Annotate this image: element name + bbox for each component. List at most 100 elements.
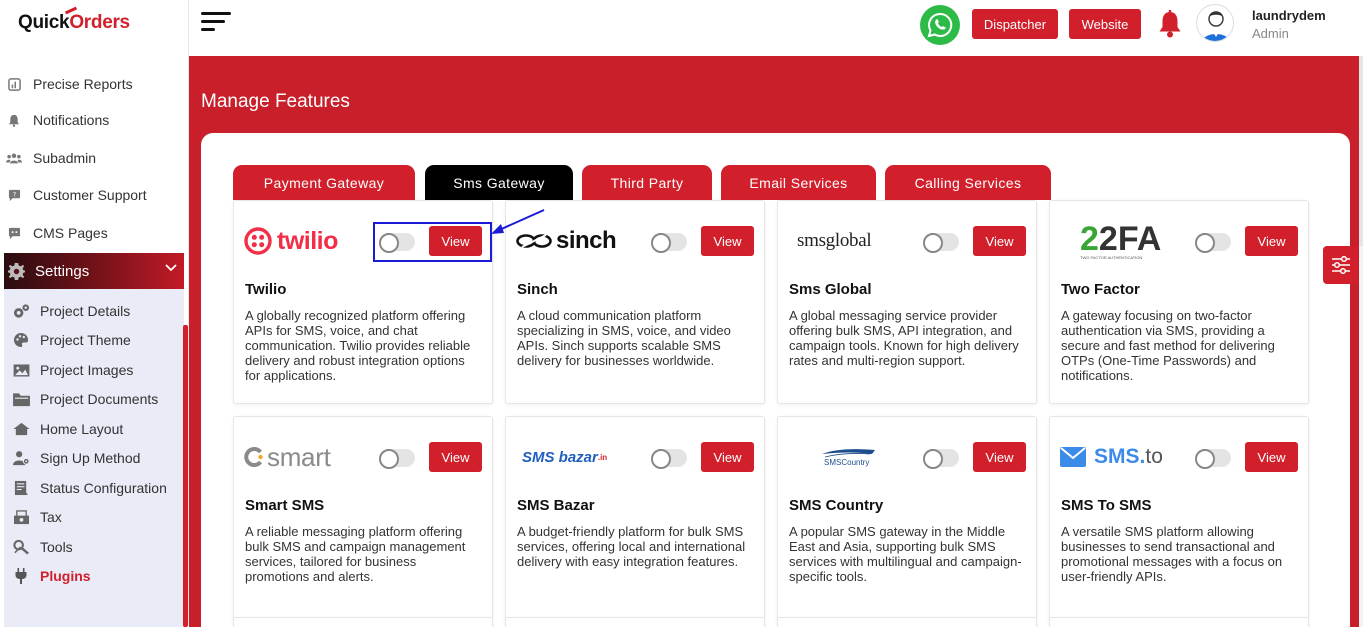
card-title: Twilio [245, 281, 287, 298]
card-description: A reliable messaging platform offering b… [245, 524, 466, 584]
tab-payment-gateway[interactable]: Payment Gateway [233, 165, 415, 200]
card-description: A global messaging service provider offe… [789, 308, 1019, 368]
sidebar-item-cms-pages[interactable]: CMS Pages [0, 218, 184, 248]
page-scrollbar[interactable] [1359, 56, 1363, 246]
document-icon [12, 479, 30, 497]
dispatcher-button[interactable]: Dispatcher [972, 9, 1058, 39]
view-button[interactable]: View [701, 442, 754, 472]
tab-third-party[interactable]: Third Party [582, 165, 712, 200]
card-description: A budget-friendly platform for bulk SMS … [517, 524, 746, 569]
logo-wordmark-rest: 2FA [1098, 219, 1162, 258]
submenu-item-tax[interactable]: Tax [4, 504, 184, 530]
feature-card-sms-bazar: SMS bazar .in View SMS Bazar A budget-fri… [505, 416, 765, 620]
card-title: SMS Country [789, 497, 884, 514]
sliders-icon[interactable] [1323, 246, 1359, 284]
sidebar-item-subadmin[interactable]: Subadmin [0, 143, 184, 173]
sidebar-item-label: Customer Support [33, 187, 147, 203]
chart-icon [6, 76, 22, 92]
logo-wordmark: 22FA [1080, 219, 1162, 258]
tab-sms-gateway[interactable]: Sms Gateway [425, 165, 573, 200]
view-button[interactable]: View [701, 226, 754, 256]
page-title: Manage Features [201, 91, 350, 112]
enable-toggle[interactable] [1195, 233, 1231, 253]
card-title: Smart SMS [245, 497, 325, 514]
feature-card [505, 617, 765, 627]
menu-toggle-icon[interactable] [201, 12, 233, 36]
tools-icon [12, 538, 30, 556]
bell-icon [6, 112, 22, 128]
home-icon [12, 420, 30, 438]
submenu-item-status-configuration[interactable]: Status Configuration [4, 475, 184, 501]
logo-wordmark: smsglobal [797, 230, 872, 251]
card-title: Two Factor [1061, 281, 1140, 298]
logo-mark: O [69, 12, 84, 33]
settings-submenu: Project Details Project Theme Project Im… [4, 289, 184, 627]
logo-wordmark: smart [267, 441, 331, 472]
smscountry-logo: SMSCountry [788, 437, 908, 477]
sidebar-item-label: Subadmin [33, 150, 97, 166]
view-button[interactable]: View [973, 442, 1026, 472]
notification-bell-icon[interactable] [1157, 10, 1183, 38]
submenu-item-project-theme[interactable]: Project Theme [4, 327, 184, 353]
sidebar-item-precise-reports[interactable]: Precise Reports [0, 69, 184, 99]
tax-icon [12, 508, 30, 526]
tab-email-services[interactable]: Email Services [721, 165, 876, 200]
user-name: laundrydem [1252, 8, 1326, 23]
enable-toggle[interactable] [651, 233, 687, 253]
app-logo[interactable]: QuickOrders [18, 12, 130, 34]
card-title: Sms Global [789, 281, 872, 298]
sidebar-item-label: CMS Pages [33, 225, 108, 241]
feature-card [777, 617, 1037, 627]
chat-icon: ? [6, 187, 22, 203]
user-gear-icon [12, 449, 30, 467]
enable-toggle[interactable] [651, 449, 687, 469]
sidebar-item-label: Notifications [33, 112, 110, 128]
top-bar: Dispatcher Website laundrydem Admin [189, 0, 1363, 56]
enable-toggle[interactable] [923, 233, 959, 253]
sidebar-scrollbar[interactable] [183, 325, 188, 627]
settings-label: Settings [35, 262, 90, 280]
twilio-logo: twilio [244, 221, 364, 261]
svg-text:?: ? [12, 190, 15, 198]
view-button[interactable]: View [429, 442, 482, 472]
folder-icon [12, 390, 30, 408]
sidebar-item-customer-support[interactable]: ? Customer Support [0, 180, 184, 210]
enable-toggle[interactable] [923, 449, 959, 469]
submenu-item-tools[interactable]: Tools [4, 534, 184, 560]
chevron-down-icon[interactable] [165, 261, 177, 275]
smsglobal-logo: smsglobal [788, 221, 908, 261]
sidebar-item-settings[interactable]: Settings [4, 253, 184, 289]
whatsapp-icon[interactable] [920, 5, 960, 45]
logo-text-prefix: Quick [18, 12, 70, 33]
card-title: SMS To SMS [1061, 497, 1152, 514]
view-button[interactable]: View [1245, 226, 1298, 256]
sidebar-item-notifications[interactable]: Notifications [0, 105, 184, 135]
gears-icon [12, 302, 30, 320]
submenu-item-project-images[interactable]: Project Images [4, 357, 184, 383]
smsbazar-logo: SMS bazar .in [516, 437, 636, 477]
logo-wordmark: twilio [277, 226, 338, 255]
image-icon [12, 361, 30, 379]
submenu-item-sign-up-method[interactable]: Sign Up Method [4, 445, 184, 471]
logo-wordmark: SMS bazar [522, 448, 598, 466]
submenu-item-project-details[interactable]: Project Details [4, 298, 184, 324]
submenu-item-home-layout[interactable]: Home Layout [4, 416, 184, 442]
avatar[interactable] [1196, 4, 1234, 42]
sidebar-item-label: Precise Reports [33, 76, 133, 92]
submenu-item-label: Project Details [40, 303, 131, 319]
enable-toggle[interactable] [379, 449, 415, 469]
tab-calling-services[interactable]: Calling Services [885, 165, 1051, 200]
view-button[interactable]: View [1245, 442, 1298, 472]
website-button[interactable]: Website [1069, 9, 1141, 39]
enable-toggle[interactable] [1195, 449, 1231, 469]
card-title: Sinch [517, 281, 558, 298]
submenu-item-plugins[interactable]: Plugins [4, 563, 184, 589]
feature-card-smart-sms: smart View Smart SMS A reliable messagin… [233, 416, 493, 620]
logo-suffix: to [1145, 445, 1163, 468]
view-button[interactable]: View [973, 226, 1026, 256]
user-role: Admin [1252, 26, 1289, 41]
logo-wordmark: SMS [1094, 445, 1140, 468]
submenu-item-project-documents[interactable]: Project Documents [4, 386, 184, 412]
feature-card-sms-country: SMSCountry View SMS Country A popular SM… [777, 416, 1037, 620]
submenu-item-label: Project Theme [40, 332, 131, 348]
